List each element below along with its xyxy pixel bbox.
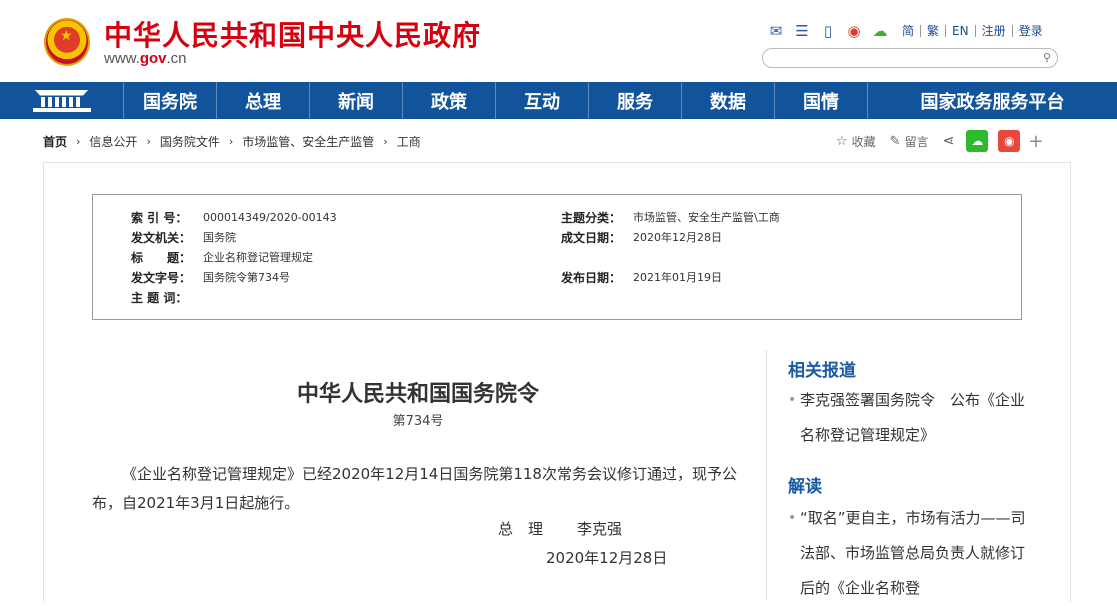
breadcrumb-market-supervision[interactable]: 市场监管、安全生产监管 bbox=[242, 133, 374, 150]
interpret-item[interactable]: • “取名”更自主，市场有活力——司法部、市场监管总局负责人就修订后的《企业名称… bbox=[788, 501, 1028, 606]
info-issuer: 发文机关： 国务院 bbox=[131, 227, 236, 247]
interpret-item-text[interactable]: “取名”更自主，市场有活力——司法部、市场监管总局负责人就修订后的《企业名称登 bbox=[800, 509, 1026, 597]
issuer-value: 国务院 bbox=[203, 231, 236, 244]
document-info-box: 索 引 号： 000014349/2020-00143 主题分类： 市场监管、安… bbox=[92, 194, 1022, 320]
nav-item-policy[interactable]: 政策 bbox=[403, 82, 496, 119]
signer-title: 总 理 bbox=[498, 520, 544, 538]
title-value: 企业名称登记管理规定 bbox=[203, 251, 313, 264]
nav-item-premier[interactable]: 总理 bbox=[217, 82, 310, 119]
site-title[interactable]: 中华人民共和国中央人民政府 bbox=[104, 14, 481, 54]
breadcrumb-commerce[interactable]: 工商 bbox=[397, 133, 421, 150]
document-date: 2020年12月28日 bbox=[546, 549, 668, 567]
info-category: 主题分类： 市场监管、安全生产监管\工商 bbox=[561, 207, 780, 227]
nav-item-national-info[interactable]: 国情 bbox=[775, 82, 868, 119]
national-emblem-icon[interactable]: ★ bbox=[44, 18, 90, 66]
published-value: 2021年01月19日 bbox=[633, 271, 722, 284]
breadcrumb-council-docs[interactable]: 国务院文件 bbox=[160, 133, 220, 150]
category-value: 市场监管、安全生产监管\工商 bbox=[633, 211, 780, 224]
top-links: ✉ ☰ ▯ ◉ ☁ 简 繁 EN 注册 登录 bbox=[766, 20, 1049, 42]
site-url: www.gov.cn bbox=[104, 50, 187, 67]
message-icon[interactable]: ☰ bbox=[792, 21, 812, 41]
simplified-link[interactable]: 简 bbox=[896, 25, 922, 37]
document-signer: 总 理 李克强 bbox=[498, 518, 622, 539]
issuer-label: 发文机关： bbox=[131, 230, 192, 245]
comment-label: 留言 bbox=[904, 134, 929, 149]
nav-item-interaction[interactable]: 互动 bbox=[496, 82, 589, 119]
url-domain: gov bbox=[139, 50, 167, 67]
chevron-right-icon: › bbox=[146, 134, 151, 148]
chevron-right-icon: › bbox=[228, 134, 234, 148]
info-title: 标 题： 企业名称登记管理规定 bbox=[131, 247, 313, 267]
category-label: 主题分类： bbox=[561, 210, 622, 225]
mobile-icon[interactable]: ▯ bbox=[818, 21, 838, 41]
related-item-text[interactable]: 李克强签署国务院令 公布《企业名称登记管理规定》 bbox=[800, 391, 1025, 444]
nav-item-state-council[interactable]: 国务院 bbox=[124, 82, 217, 119]
keywords-label: 主 题 词： bbox=[131, 290, 188, 305]
nav-item-news[interactable]: 新闻 bbox=[310, 82, 403, 119]
info-keywords: 主 题 词： bbox=[131, 287, 203, 307]
search-icon[interactable]: ⚲ bbox=[1043, 51, 1051, 64]
index-label: 索 引 号： bbox=[131, 210, 188, 225]
sidebar: 相关报道 • 李克强签署国务院令 公布《企业名称登记管理规定》 解读 • “取名… bbox=[766, 350, 1066, 600]
breadcrumb-info-open[interactable]: 信息公开 bbox=[89, 133, 137, 150]
breadcrumb-home[interactable]: 首页 bbox=[43, 133, 67, 150]
favorite-label: 收藏 bbox=[851, 134, 876, 149]
wechat-share-icon[interactable]: ☁ bbox=[966, 130, 989, 152]
created-label: 成文日期： bbox=[561, 230, 622, 245]
bullet-icon: • bbox=[788, 510, 797, 526]
star-icon: ☆ bbox=[836, 133, 848, 149]
site-header: ★ 中华人民共和国中央人民政府 www.gov.cn ✉ ☰ ▯ ◉ ☁ 简 繁… bbox=[0, 0, 1117, 82]
weibo-icon[interactable]: ◉ bbox=[844, 21, 864, 41]
info-docno: 发文字号： 国务院令第734号 bbox=[131, 267, 290, 287]
interpret-heading: 解读 bbox=[788, 477, 822, 497]
register-link[interactable]: 注册 bbox=[976, 25, 1013, 37]
info-created: 成文日期： 2020年12月28日 bbox=[561, 227, 722, 247]
share-icon[interactable]: ⋖ bbox=[943, 133, 955, 149]
wechat-icon[interactable]: ☁ bbox=[870, 21, 890, 41]
published-label: 发布日期： bbox=[561, 270, 622, 285]
document-body: 《企业名称登记管理规定》已经2020年12月14日国务院第118次常务会议修订通… bbox=[92, 465, 737, 512]
search-input[interactable]: ⚲ bbox=[762, 48, 1058, 68]
bullet-icon: • bbox=[788, 392, 797, 408]
info-published: 发布日期： 2021年01月19日 bbox=[561, 267, 722, 287]
document-title: 中华人民共和国国务院令 bbox=[296, 382, 539, 407]
document-number: 第734号 bbox=[392, 414, 444, 429]
related-heading: 相关报道 bbox=[788, 361, 856, 381]
english-link[interactable]: EN bbox=[946, 25, 976, 37]
comment-button[interactable]: ✎ 留言 bbox=[890, 133, 929, 150]
tiananmen-icon bbox=[31, 88, 93, 114]
nav-item-services[interactable]: 服务 bbox=[589, 82, 682, 119]
url-prefix: www. bbox=[104, 50, 140, 67]
created-value: 2020年12月28日 bbox=[633, 231, 722, 244]
chevron-right-icon: › bbox=[76, 134, 81, 148]
url-suffix: .cn bbox=[166, 50, 187, 67]
traditional-link[interactable]: 繁 bbox=[921, 25, 947, 37]
weibo-share-icon[interactable]: ◉ bbox=[998, 130, 1021, 152]
info-index: 索 引 号： 000014349/2020-00143 bbox=[131, 207, 337, 227]
plus-icon[interactable]: + bbox=[1028, 131, 1043, 152]
nav-home-button[interactable] bbox=[0, 82, 124, 119]
favorite-button[interactable]: ☆ 收藏 bbox=[836, 133, 876, 150]
docno-label: 发文字号： bbox=[131, 270, 192, 285]
chevron-right-icon: › bbox=[383, 134, 388, 148]
page-actions: ☆ 收藏 ✎ 留言 ⋖ ☁ ◉ + bbox=[836, 130, 1043, 152]
index-value: 000014349/2020-00143 bbox=[203, 210, 337, 224]
login-link[interactable]: 登录 bbox=[1013, 25, 1049, 37]
signer-name: 李克强 bbox=[577, 520, 623, 538]
related-item[interactable]: • 李克强签署国务院令 公布《企业名称登记管理规定》 bbox=[788, 383, 1028, 453]
pencil-icon: ✎ bbox=[889, 133, 901, 149]
nav-item-service-platform[interactable]: 国家政务服务平台 bbox=[868, 82, 1117, 119]
nav-item-data[interactable]: 数据 bbox=[682, 82, 775, 119]
main-nav: 国务院 总理 新闻 政策 互动 服务 数据 国情 国家政务服务平台 bbox=[0, 82, 1117, 119]
title-label: 标 题： bbox=[131, 250, 192, 265]
mail-icon[interactable]: ✉ bbox=[766, 21, 786, 41]
breadcrumb: 首页 › 信息公开 › 国务院文件 › 市场监管、安全生产监管 › 工商 bbox=[43, 132, 421, 150]
docno-value: 国务院令第734号 bbox=[203, 271, 290, 284]
